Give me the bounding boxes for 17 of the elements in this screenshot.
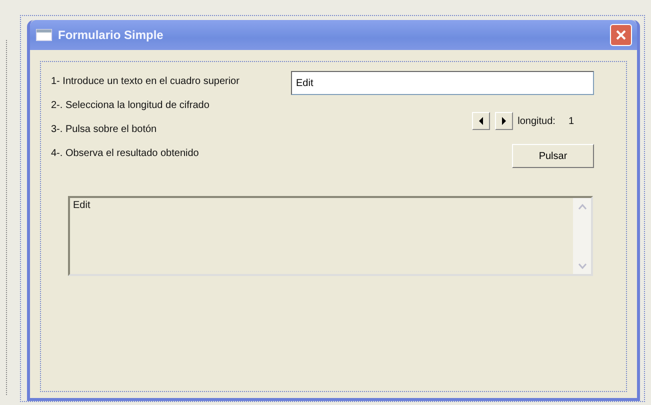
length-value: 1 <box>568 116 574 126</box>
instruction-text: 1- Introduce un texto en el cuadro superior <box>51 76 240 87</box>
pulsar-button[interactable]: Pulsar <box>512 144 594 168</box>
right-arrow-button[interactable] <box>494 112 513 130</box>
instruction-text: 3-. Pulsa sobre el botón <box>51 124 158 135</box>
right-triangle-icon <box>500 117 507 125</box>
close-icon <box>615 29 627 41</box>
left-triangle-icon <box>478 117 484 125</box>
output-field[interactable]: Edit <box>68 196 593 276</box>
left-arrow-button[interactable] <box>472 112 490 130</box>
length-label: longitud: <box>518 116 556 126</box>
instruction-text: 2-. Selecciona la longitud de cifrado <box>51 100 210 111</box>
instruction-text: 4-. Observa el resultado obtenido <box>51 148 200 159</box>
window-icon <box>36 29 52 41</box>
window-title: Formulario Simple <box>58 28 164 42</box>
text-input[interactable]: Edit <box>291 71 594 95</box>
close-button[interactable] <box>610 24 632 46</box>
